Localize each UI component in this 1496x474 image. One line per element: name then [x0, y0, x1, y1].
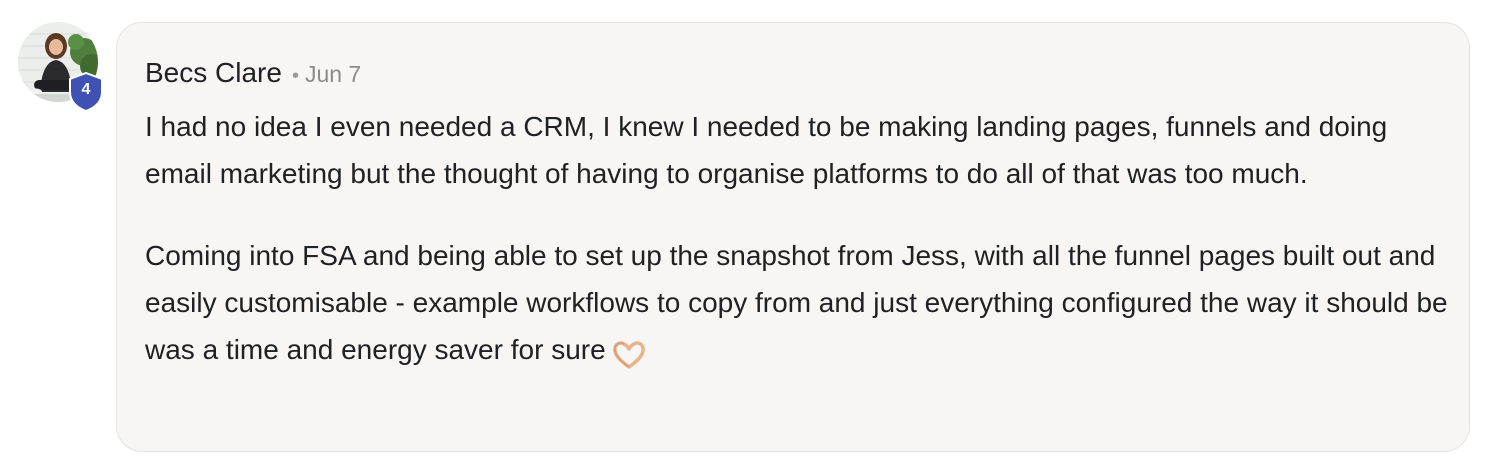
comment-date[interactable]: Jun 7 [305, 54, 361, 94]
level-badge: 4 [68, 72, 104, 112]
comment-paragraph-1: I had no idea I even needed a CRM, I kne… [145, 103, 1455, 197]
heart-hands-icon [612, 340, 645, 369]
comment-text-1: I had no idea I even needed a CRM, I kne… [145, 111, 1388, 189]
comment-row: 4 Becs Clare • Jun 7 I had no idea I eve… [0, 0, 1496, 474]
author-name[interactable]: Becs Clare [145, 53, 282, 93]
author-avatar-wrap[interactable]: 4 [18, 22, 103, 112]
comment-paragraph-2: Coming into FSA and being able to set up… [145, 232, 1455, 373]
comment-header: Becs Clare • Jun 7 [145, 53, 1441, 93]
heart-hands-emoji [612, 337, 646, 369]
comment-text-2: Coming into FSA and being able to set up… [145, 240, 1448, 365]
separator-dot: • [291, 65, 299, 87]
level-number: 4 [81, 81, 91, 98]
comment-bubble: Becs Clare • Jun 7 I had no idea I even … [116, 22, 1470, 452]
